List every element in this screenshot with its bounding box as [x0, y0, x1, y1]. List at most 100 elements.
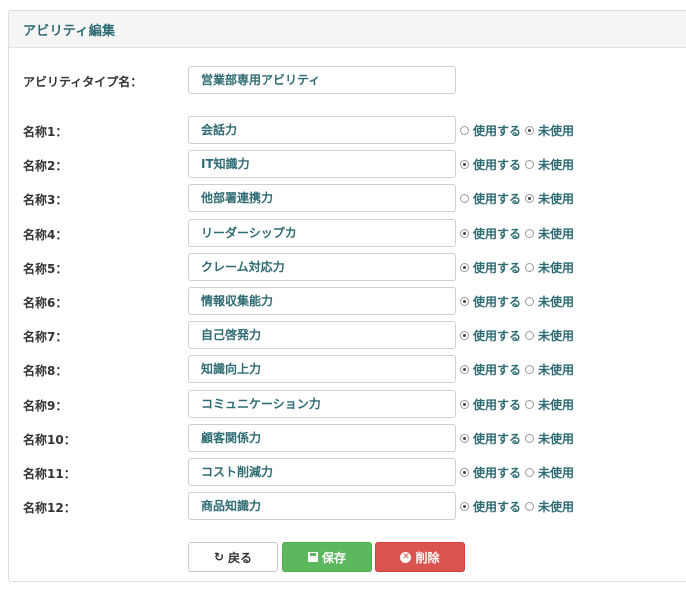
unused-option[interactable]: 未使用: [525, 430, 574, 447]
unused-label: 未使用: [538, 191, 575, 206]
unused-radio[interactable]: [525, 228, 535, 238]
use-radio[interactable]: [460, 364, 469, 374]
unused-label: 未使用: [538, 226, 575, 241]
unused-option[interactable]: 未使用: [525, 396, 574, 413]
use-radio[interactable]: [460, 125, 469, 135]
usage-radio-group-7: 使用する 未使用: [460, 327, 578, 343]
name-input-3[interactable]: 他部署連携力: [188, 184, 456, 212]
unused-option[interactable]: 未使用: [525, 156, 574, 173]
delete-button[interactable]: ✕ 削除: [375, 542, 465, 572]
use-option[interactable]: 使用する: [460, 293, 521, 310]
type-name-input[interactable]: 営業部専用アビリティ: [188, 66, 456, 94]
name-input-10[interactable]: 顧客関係力: [188, 424, 456, 452]
name-label-12: 名称12：: [23, 501, 76, 515]
use-radio[interactable]: [460, 193, 469, 203]
unused-radio[interactable]: [525, 159, 535, 169]
name-label-5: 名称5：: [23, 262, 68, 276]
refresh-icon: ↻: [213, 550, 225, 564]
name-label-8: 名称8：: [23, 364, 68, 378]
name-input-6[interactable]: 情報収集能力: [188, 287, 456, 315]
unused-radio[interactable]: [525, 296, 535, 306]
unused-option[interactable]: 未使用: [525, 259, 574, 276]
use-option[interactable]: 使用する: [460, 430, 521, 447]
use-option[interactable]: 使用する: [460, 225, 521, 242]
use-option[interactable]: 使用する: [460, 464, 521, 481]
use-option[interactable]: 使用する: [460, 361, 521, 378]
name-input-4[interactable]: リーダーシップカ: [188, 219, 456, 247]
use-option[interactable]: 使用する: [460, 190, 521, 207]
unused-option[interactable]: 未使用: [525, 122, 574, 139]
name-input-11[interactable]: コスト削減力: [188, 458, 456, 486]
use-radio[interactable]: [460, 159, 469, 169]
save-button-label: 保存: [321, 550, 346, 565]
name-input-12[interactable]: 商品知識力: [188, 492, 456, 520]
use-option[interactable]: 使用する: [460, 259, 521, 276]
unused-label: 未使用: [538, 499, 575, 514]
back-button-label: 戻る: [228, 550, 253, 565]
use-radio[interactable]: [460, 296, 469, 306]
panel-title: アビリティ編集: [23, 24, 116, 39]
use-option[interactable]: 使用する: [460, 396, 521, 413]
usage-radio-group-9: 使用する 未使用: [460, 396, 578, 412]
name-label-4: 名称4：: [23, 228, 68, 242]
name-label-6: 名称6：: [23, 296, 68, 310]
use-option[interactable]: 使用する: [460, 327, 521, 344]
unused-label: 未使用: [538, 431, 575, 446]
usage-radio-group-4: 使用する 未使用: [460, 225, 578, 241]
usage-radio-group-8: 使用する 未使用: [460, 361, 578, 377]
unused-radio[interactable]: [525, 330, 535, 340]
save-button[interactable]: 保存: [282, 542, 372, 572]
use-radio[interactable]: [460, 501, 469, 511]
unused-option[interactable]: 未使用: [525, 498, 574, 515]
usage-radio-group-1: 使用する 未使用: [460, 122, 578, 138]
name-label-11: 名称11：: [23, 467, 76, 481]
use-radio[interactable]: [460, 399, 469, 409]
unused-label: 未使用: [538, 362, 575, 377]
use-radio[interactable]: [460, 433, 469, 443]
name-input-2[interactable]: IT知識力: [188, 150, 456, 178]
name-input-8[interactable]: 知識向上力: [188, 355, 456, 383]
unused-radio[interactable]: [525, 399, 535, 409]
delete-button-label: 削除: [415, 550, 440, 565]
back-button[interactable]: ↻ 戻る: [188, 542, 278, 572]
unused-option[interactable]: 未使用: [525, 361, 574, 378]
name-input-9[interactable]: コミュニケーション力: [188, 390, 456, 418]
unused-label: 未使用: [538, 328, 575, 343]
unused-option[interactable]: 未使用: [525, 293, 574, 310]
use-label: 使用する: [473, 226, 522, 241]
use-radio[interactable]: [460, 228, 469, 238]
unused-radio[interactable]: [525, 467, 535, 477]
usage-radio-group-5: 使用する 未使用: [460, 259, 578, 275]
unused-option[interactable]: 未使用: [525, 190, 574, 207]
usage-radio-group-11: 使用する 未使用: [460, 464, 578, 480]
unused-option[interactable]: 未使用: [525, 225, 574, 242]
unused-label: 未使用: [538, 294, 575, 309]
use-radio[interactable]: [460, 330, 469, 340]
unused-radio[interactable]: [525, 364, 535, 374]
usage-radio-group-2: 使用する 未使用: [460, 156, 578, 172]
name-label-9: 名称9：: [23, 399, 68, 413]
unused-radio[interactable]: [525, 501, 535, 511]
use-label: 使用する: [473, 431, 522, 446]
panel-header: アビリティ編集: [9, 11, 686, 48]
unused-radio[interactable]: [525, 193, 535, 203]
use-radio[interactable]: [460, 262, 469, 272]
unused-radio[interactable]: [525, 433, 535, 443]
use-option[interactable]: 使用する: [460, 498, 521, 515]
use-option[interactable]: 使用する: [460, 156, 521, 173]
unused-radio[interactable]: [525, 262, 535, 272]
unused-label: 未使用: [538, 157, 575, 172]
use-label: 使用する: [473, 123, 522, 138]
name-input-5[interactable]: クレーム対応力: [188, 253, 456, 281]
unused-option[interactable]: 未使用: [525, 327, 574, 344]
use-radio[interactable]: [460, 467, 469, 477]
use-label: 使用する: [473, 328, 522, 343]
unused-label: 未使用: [538, 397, 575, 412]
name-label-2: 名称2：: [23, 159, 68, 173]
name-input-7[interactable]: 自己啓発力: [188, 321, 456, 349]
use-label: 使用する: [473, 397, 522, 412]
unused-radio[interactable]: [525, 125, 535, 135]
use-option[interactable]: 使用する: [460, 122, 521, 139]
unused-option[interactable]: 未使用: [525, 464, 574, 481]
name-input-1[interactable]: 会話力: [188, 116, 456, 144]
